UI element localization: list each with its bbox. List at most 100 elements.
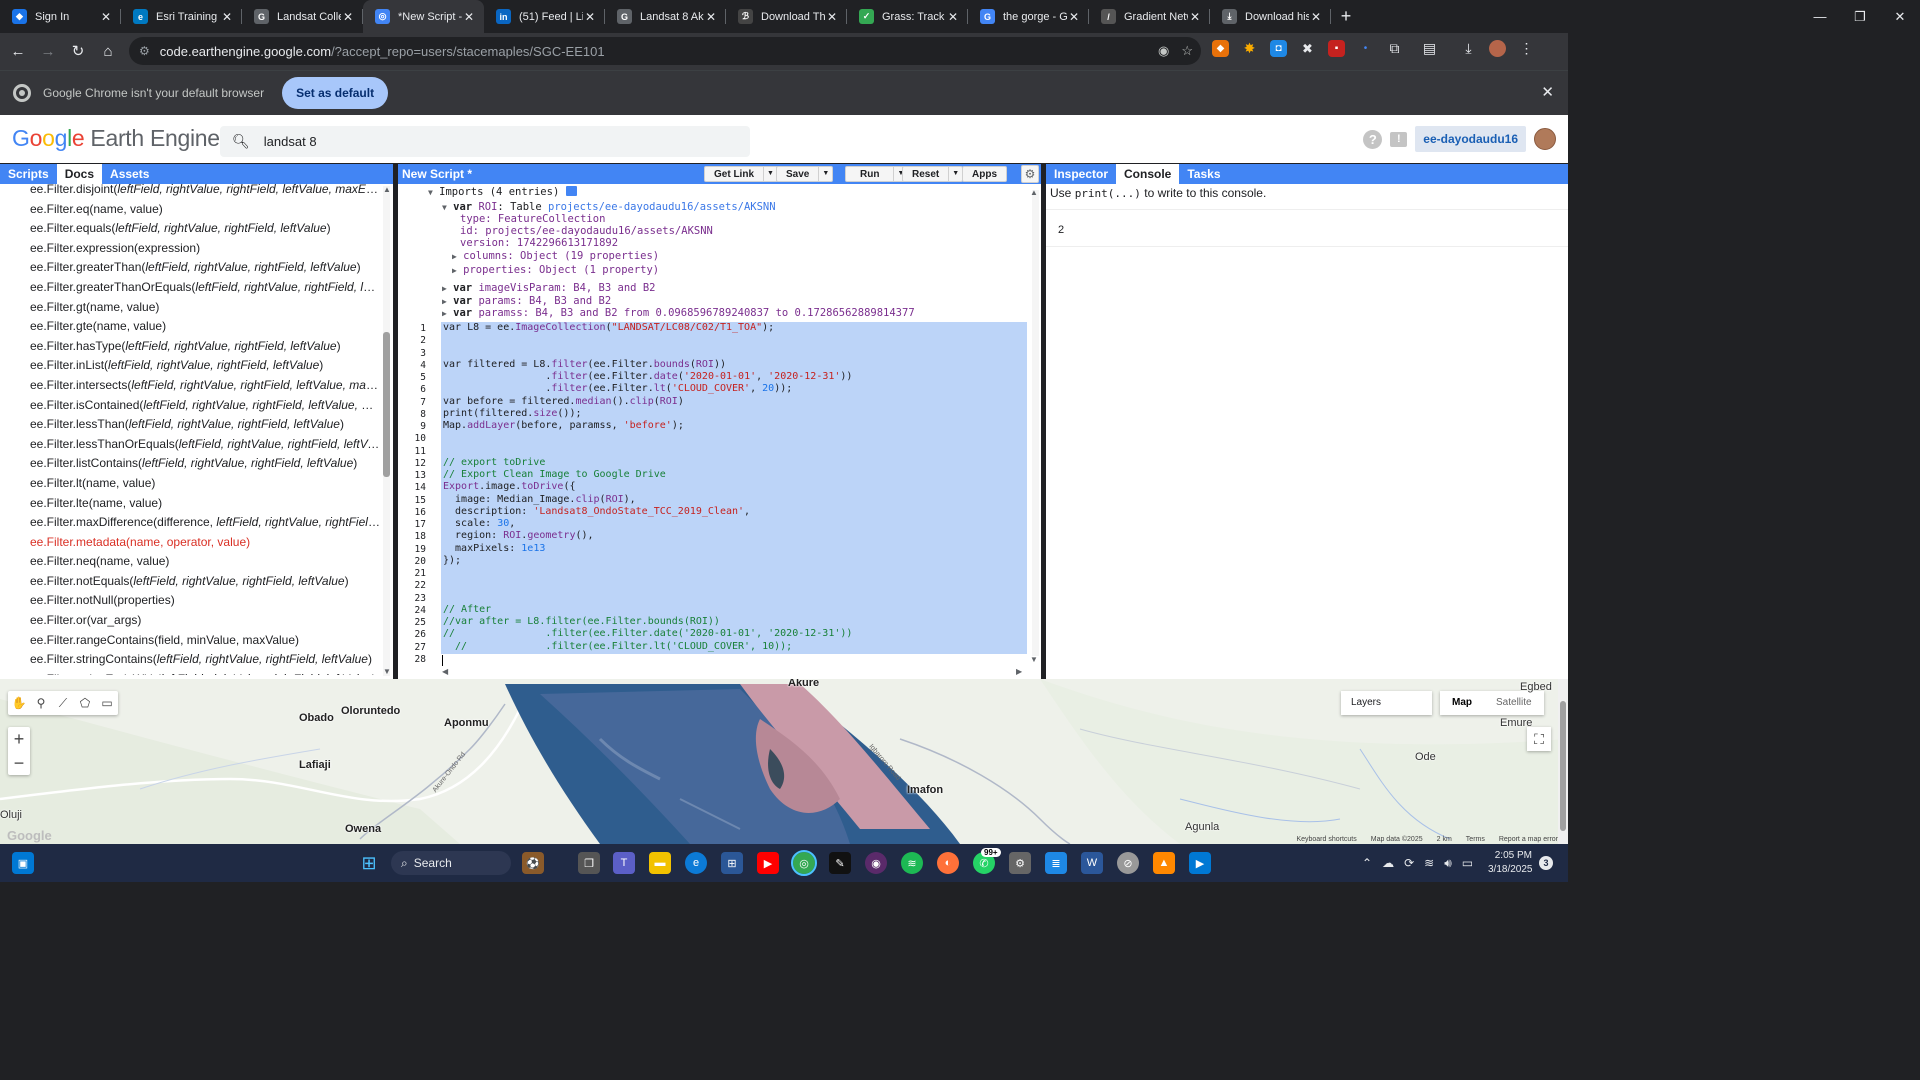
notification-badge[interactable]: 3 <box>1539 856 1553 870</box>
red-extension-icon[interactable]: ▪ <box>1328 40 1345 57</box>
page-scrollbar[interactable] <box>1558 679 1568 844</box>
doc-list-item[interactable]: ee.Filter.maxDifference(difference, left… <box>0 513 380 533</box>
doc-list-item[interactable]: ee.Filter.gte(name, value) <box>0 317 380 337</box>
tab-close-icon[interactable]: ✕ <box>1309 10 1323 24</box>
editor-scrollbar[interactable] <box>1032 190 1039 656</box>
zoom-in-button[interactable]: + <box>8 727 30 751</box>
zoom-out-button[interactable]: − <box>8 751 30 775</box>
profile-avatar[interactable] <box>1489 40 1506 57</box>
docs-scrollbar[interactable] <box>383 186 390 676</box>
report-error-link[interactable]: Report a map error <box>1499 836 1558 843</box>
import-paramss[interactable]: ▶ var paramss: B4, B3 and B2 from 0.0968… <box>442 307 915 319</box>
reset-button[interactable]: Reset ▼ <box>902 166 964 182</box>
widgets-icon[interactable]: ▣ <box>12 852 34 874</box>
code-line[interactable]: scale: 30, <box>443 518 515 529</box>
scroll-down-icon[interactable]: ▼ <box>383 667 391 676</box>
search-input[interactable] <box>263 134 724 149</box>
maximize-button[interactable]: ❐ <box>1840 0 1880 33</box>
doc-list-item[interactable]: ee.Filter.lessThanOrEquals(leftField, ri… <box>0 435 380 455</box>
polygon-draw-icon[interactable]: ⬠ <box>74 696 96 710</box>
map-type-map[interactable]: Map <box>1440 691 1484 715</box>
camera-extension-icon[interactable]: ◘ <box>1270 40 1287 57</box>
chrome-menu-icon[interactable]: ⋮ <box>1518 40 1535 57</box>
import-params[interactable]: ▶ var params: B4, B3 and B2 <box>442 295 611 307</box>
browser-tab[interactable]: Gthe gorge - Go ✕ <box>968 0 1089 33</box>
username-button[interactable]: ee-dayodaudu16 <box>1415 126 1526 152</box>
code-line[interactable]: // export toDrive <box>443 457 545 468</box>
close-window-button[interactable]: ✕ <box>1880 0 1920 33</box>
tab-tasks[interactable]: Tasks <box>1179 164 1228 184</box>
puzzle-extensions-icon[interactable]: ⧉ <box>1386 40 1403 57</box>
taskbar-search[interactable]: ⌕ Search <box>391 851 511 875</box>
qgis-icon[interactable]: ⊘ <box>1117 852 1139 874</box>
back-icon[interactable]: ← <box>3 37 33 67</box>
new-tab-button[interactable]: + <box>1331 0 1361 33</box>
close-infobar-icon[interactable]: ✕ <box>1541 83 1554 101</box>
doc-list-item[interactable]: ee.Filter.or(var_args) <box>0 611 380 631</box>
browser-tab[interactable]: ℬ Download The ✕ <box>726 0 847 33</box>
code-line[interactable]: maxPixels: 1e13 <box>443 543 545 554</box>
browser-tab[interactable]: ◎ *New Script - ✕ <box>363 0 484 33</box>
page-scroll-thumb[interactable] <box>1560 701 1566 831</box>
browser-tab[interactable]: G Landsat 8 Aku ✕ <box>605 0 726 33</box>
browser-tab[interactable]: ⤓ Download his ✕ <box>1210 0 1331 33</box>
site-info-icon[interactable]: ⚙ <box>139 44 150 58</box>
map-type-satellite[interactable]: Satellite <box>1484 691 1544 715</box>
import-imagevisparam[interactable]: ▶ var imageVisParam: B4, B3 and B2 <box>442 282 655 294</box>
browser-tab[interactable]: / Gradient Netw ✕ <box>1089 0 1210 33</box>
battery-icon[interactable]: ▭ <box>1462 856 1473 871</box>
scroll-up-icon[interactable]: ▲ <box>1030 188 1038 197</box>
feedback-icon[interactable]: ! <box>1390 131 1408 147</box>
code-line[interactable]: }); <box>443 555 461 566</box>
line-draw-icon[interactable]: ⟋ <box>52 696 74 711</box>
doc-list-item[interactable]: ee.Filter.notEquals(leftField, rightValu… <box>0 572 380 592</box>
minimize-button[interactable]: — <box>1800 0 1840 33</box>
layers-button[interactable]: Layers <box>1341 691 1432 715</box>
doc-list-item[interactable]: ee.Filter.lte(name, value) <box>0 494 380 514</box>
scroll-up-icon[interactable]: ▲ <box>383 185 391 194</box>
doc-list-item[interactable]: ee.Filter.gt(name, value) <box>0 298 380 318</box>
tab-close-icon[interactable]: ✕ <box>1188 10 1202 24</box>
help-icon[interactable]: ? <box>1363 129 1383 149</box>
doc-list-item[interactable]: ee.Filter.hasType(leftField, rightValue,… <box>0 337 380 357</box>
address-bar[interactable]: ⚙ code.earthengine.google.com/?accept_re… <box>129 37 1201 65</box>
code-line[interactable]: //var after = L8.filter(ee.Filter.bounds… <box>443 616 720 627</box>
tab-close-icon[interactable]: ✕ <box>946 10 960 24</box>
tor-icon[interactable]: ◉ <box>865 852 887 874</box>
doc-list-item[interactable]: ee.Filter.listContains(leftField, rightV… <box>0 454 380 474</box>
tab-console[interactable]: Console <box>1116 164 1180 184</box>
code-line[interactable]: // .filter(ee.Filter.date('2020-01-01', … <box>443 628 852 639</box>
spark-extension-icon[interactable]: ✸ <box>1241 40 1258 57</box>
tab-close-icon[interactable]: ✕ <box>220 10 234 24</box>
media-player-icon[interactable]: ▶ <box>1189 852 1211 874</box>
doc-list-item[interactable]: ee.Filter.disjoint(leftField, rightValue… <box>0 180 380 200</box>
code-line[interactable]: region: ROI.geometry(), <box>443 530 594 541</box>
forward-icon[interactable]: → <box>33 37 63 67</box>
tab-close-icon[interactable]: ✕ <box>341 10 355 24</box>
get-link-button[interactable]: Get Link ▼ <box>704 166 778 182</box>
eye-icon[interactable]: ◉ <box>1158 43 1169 59</box>
chevron-up-icon[interactable]: ⌃ <box>1362 856 1372 871</box>
code-line[interactable]: var L8 = ee.ImageCollection("LANDSAT/LC0… <box>443 322 774 333</box>
notepad-icon[interactable]: ≣ <box>1045 852 1067 874</box>
doc-list-item[interactable]: ee.Filter.greaterThanOrEquals(leftField,… <box>0 278 380 298</box>
start-icon[interactable]: ⊞ <box>358 852 380 874</box>
doc-list-item[interactable]: ee.Filter.lt(name, value) <box>0 474 380 494</box>
fox-extension-icon[interactable]: ◆ <box>1212 40 1229 57</box>
doc-list-item[interactable]: ee.Filter.notNull(properties) <box>0 591 380 611</box>
spotify-icon[interactable]: ≋ <box>901 852 923 874</box>
youtube-icon[interactable]: ▶ <box>757 852 779 874</box>
scroll-left-icon[interactable]: ◀ <box>442 667 448 676</box>
task-view-icon[interactable]: ❐ <box>578 852 600 874</box>
gear-icon[interactable]: ⚙ <box>1021 165 1039 183</box>
imports-header[interactable]: ▼ Imports (4 entries) <box>428 186 577 198</box>
tab-close-icon[interactable]: ✕ <box>462 10 476 24</box>
code-line[interactable]: // Export Clean Image to Google Drive <box>443 469 666 480</box>
capcut-icon[interactable]: ✎ <box>829 852 851 874</box>
save-button[interactable]: Save ▼ <box>776 166 834 182</box>
scroll-right-icon[interactable]: ▶ <box>1016 667 1022 676</box>
hand-pan-icon[interactable]: ✋ <box>8 696 30 710</box>
doc-list-item[interactable]: ee.Filter.stringContains(leftField, righ… <box>0 650 380 670</box>
doc-list-item[interactable]: ee.Filter.isContained(leftField, rightVa… <box>0 396 380 416</box>
onedrive-icon[interactable]: ☁ <box>1382 856 1394 871</box>
